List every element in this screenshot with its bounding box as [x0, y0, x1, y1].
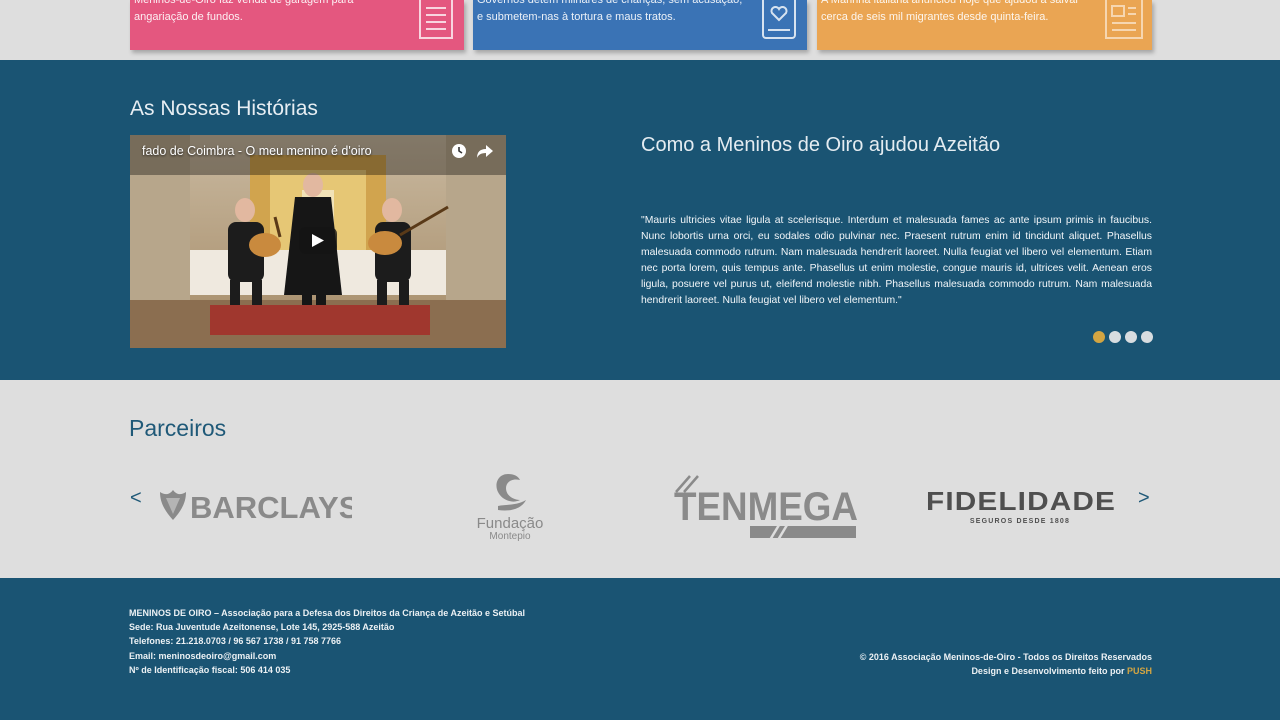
partner-logo-tenmega[interactable]: TENMEGA [672, 474, 862, 542]
partner-logo-subtext: SEGUROS DESDE 1808 [970, 518, 1070, 525]
stories-section: As Nossas Histórias fado de Coimbra - O … [0, 60, 1280, 380]
footer-design-credit: Design e Desenvolvimento feito por PUSH [860, 664, 1152, 678]
partners-title: Parceiros [129, 415, 227, 441]
news-card-text: A Marinha italiana anunciou hoje que aju… [821, 0, 1080, 23]
footer-phones: Telefones: 21.218.0703 / 96 567 1738 / 9… [129, 636, 341, 647]
video-title: fado de Coimbra - O meu menino é d'oiro [142, 144, 372, 158]
footer-email: Email: meninosdeoiro@gmail.com [129, 650, 277, 661]
newspaper-icon [419, 0, 453, 39]
partner-logo-text: BARCLAYS [190, 490, 352, 524]
news-card-migrants[interactable]: A Marinha italiana anunciou hoje que aju… [817, 0, 1152, 50]
footer-credit-text: Design e Desenvolvimento feito por [971, 666, 1125, 677]
footer-copyright: © 2016 Associação Meninos-de-Oiro - Todo… [859, 652, 1152, 662]
video-player[interactable]: fado de Coimbra - O meu menino é d'oiro [130, 135, 506, 348]
partners-next-arrow[interactable]: > [1138, 488, 1150, 508]
news-card-garage-sale[interactable]: Meninos-de-Oiro faz venda de garagem par… [130, 0, 464, 50]
share-icon[interactable] [476, 143, 494, 159]
footer-org-name: MENINOS DE OIRO – Associação para a Defe… [129, 608, 525, 618]
story-heading: Como a Meninos de Oiro ajudou Azeitão [641, 134, 1001, 156]
footer: MENINOS DE OIRO – Associação para a Defe… [0, 578, 1280, 720]
play-icon [312, 234, 324, 247]
news-card-text: Meninos-de-Oiro faz venda de garagem par… [134, 0, 354, 23]
carousel-dot[interactable] [1109, 331, 1121, 343]
footer-address: Sede: Rua Juventude Azeitonense, Lote 14… [129, 622, 395, 633]
footer-contact-info: MENINOS DE OIRO – Associação para a Defe… [129, 606, 525, 677]
partner-logo-fundacao-montepio[interactable]: Fundação Montepio [468, 470, 552, 542]
stories-title: As Nossas Histórias [130, 97, 318, 120]
partners-prev-arrow[interactable]: < [130, 488, 142, 508]
footer-credits: © 2016 Associação Meninos-de-Oiro - Todo… [860, 650, 1152, 678]
story-quote: "Mauris ultricies vitae ligula at sceler… [641, 215, 1152, 306]
news-card-text: Governos detêm milhares de crianças, sem… [477, 0, 743, 23]
partner-logo-text: TENMEGA [674, 485, 858, 529]
partner-logo-text: FIDELIDADE [926, 486, 1116, 516]
news-card-children-detained[interactable]: Governos detêm milhares de crianças, sem… [473, 0, 807, 50]
partner-logo-barclays[interactable]: BARCLAYS [156, 488, 352, 524]
footer-nif: Nº de Identificação fiscal: 506 414 035 [129, 664, 291, 675]
partners-section: Parceiros < > BARCLAYS Fundação Montepio… [0, 380, 1280, 578]
carousel-dot[interactable] [1141, 331, 1153, 343]
tablet-heart-icon [762, 0, 796, 39]
newspaper-icon [1105, 0, 1143, 39]
carousel-dots [1093, 331, 1153, 344]
partner-logo-fidelidade[interactable]: FIDELIDADE SEGUROS DESDE 1808 [924, 486, 1120, 528]
carousel-dot[interactable] [1125, 331, 1137, 343]
carousel-dot[interactable] [1093, 331, 1105, 343]
news-cards-strip: Meninos-de-Oiro faz venda de garagem par… [0, 0, 1280, 60]
partner-logo-text: Fundação [477, 515, 544, 532]
play-button[interactable] [299, 227, 337, 254]
push-link[interactable]: PUSH [1127, 666, 1152, 676]
watch-later-icon[interactable] [451, 143, 467, 159]
partner-logo-subtext: Montepio [489, 531, 531, 542]
